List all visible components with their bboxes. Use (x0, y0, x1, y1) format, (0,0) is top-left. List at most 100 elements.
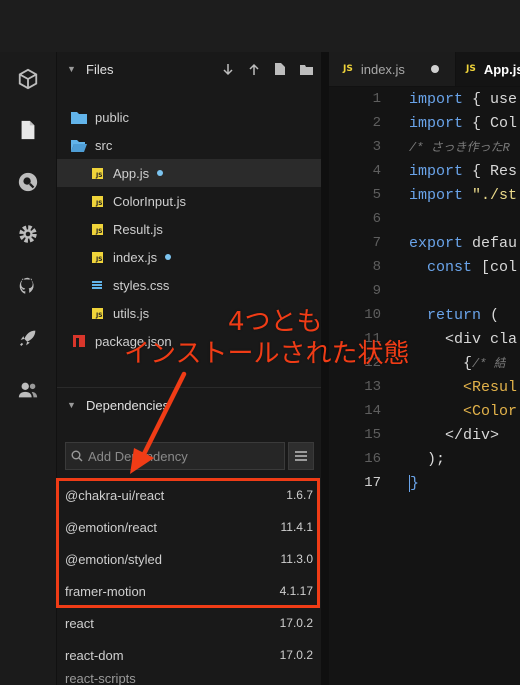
modified-indicator (430, 65, 439, 73)
search-icon (66, 450, 88, 462)
dependency-version: 11.4.1 (280, 520, 313, 534)
tab-label: App.js (483, 61, 520, 77)
new-file-icon[interactable] (273, 62, 287, 76)
upload-icon[interactable] (247, 62, 261, 76)
tree-item-styles-css[interactable]: styles.css (57, 271, 321, 299)
code-line: /* さっき作ったR (409, 141, 510, 155)
add-dependency-input[interactable] (88, 448, 268, 464)
tree-item-label: src (95, 137, 113, 153)
dependency-row[interactable]: @chakra-ui/react 1.6.7 (57, 479, 321, 511)
download-icon[interactable] (221, 62, 235, 76)
line-number: 3 (372, 139, 381, 155)
menu-icon (295, 451, 307, 461)
dependency-name: react-dom (65, 647, 124, 663)
tree-item-index-js[interactable]: JS index.js (57, 243, 321, 271)
tab-label: index.js (360, 61, 405, 77)
dependencies-section-header[interactable]: ▼ Dependencies (57, 388, 321, 422)
file-icon[interactable] (16, 118, 40, 142)
code-line: import { use (409, 90, 518, 108)
code-line: } (409, 474, 420, 492)
tree-item-label: utils.js (113, 305, 150, 321)
code-line: <Resul (409, 378, 518, 396)
tree-item-src[interactable]: src (57, 131, 321, 159)
line-number: 7 (372, 235, 381, 251)
code-line: ); (409, 450, 446, 468)
js-file-icon: JS (89, 221, 105, 237)
rocket-icon[interactable] (16, 326, 40, 350)
code-line: return ( (409, 306, 500, 324)
tab-app-js[interactable]: JS App.js (455, 52, 520, 86)
tab-index-js[interactable]: JS index.js (343, 52, 439, 86)
dependency-row[interactable]: react-dom 17.0.2 (57, 639, 321, 671)
dependency-version: 17.0.2 (279, 648, 313, 662)
line-number: 5 (372, 187, 381, 203)
code-line: import { Res (409, 162, 518, 180)
line-number: 9 (372, 283, 381, 299)
dependency-menu-button[interactable] (288, 442, 314, 470)
top-bar (0, 0, 520, 53)
dependencies-title: Dependencies (86, 397, 170, 413)
dependency-row[interactable]: @emotion/styled 11.3.0 (57, 543, 321, 575)
annotation-text-line2: インストールされた状態 (124, 339, 410, 369)
tree-item-colorinput-js[interactable]: JS ColorInput.js (57, 187, 321, 215)
tree-item-label: Result.js (113, 221, 163, 237)
css-file-icon (89, 277, 105, 293)
dependency-name: @emotion/styled (65, 551, 163, 567)
files-title: Files (86, 61, 114, 77)
line-number: 8 (372, 259, 381, 275)
dependency-row[interactable]: react 17.0.2 (57, 607, 321, 639)
users-icon[interactable] (16, 378, 40, 402)
code-line: const [col (409, 258, 518, 276)
tree-item-public[interactable]: public (57, 103, 321, 131)
dependency-row-partial[interactable]: react-scripts (57, 671, 321, 685)
code-line: {/* 結 (409, 355, 506, 372)
line-number: 1 (372, 91, 381, 107)
dependency-version: 11.3.0 (280, 552, 313, 566)
line-number: 17 (364, 475, 381, 491)
cube-icon[interactable] (16, 67, 40, 91)
js-file-icon: JS (89, 165, 105, 181)
js-file-icon: JS (343, 64, 353, 74)
modified-indicator (157, 170, 164, 176)
code-line: <Color (409, 402, 518, 420)
js-file-icon: JS (89, 249, 105, 265)
tree-item-label: styles.css (113, 277, 170, 293)
tree-item-label: ColorInput.js (113, 193, 186, 209)
tree-item-label: public (95, 109, 129, 125)
tree-item-result-js[interactable]: JS Result.js (57, 215, 321, 243)
line-number: 10 (364, 307, 381, 323)
dependency-name: @emotion/react (65, 519, 157, 535)
line-number: 13 (364, 379, 381, 395)
line-number: 15 (364, 427, 381, 443)
files-section-header[interactable]: ▼ Files (57, 52, 321, 86)
tree-item-label: App.js (113, 165, 150, 181)
tree-item-app-js[interactable]: JS App.js (57, 159, 321, 187)
modified-indicator (165, 254, 172, 260)
code-line: <div cla (409, 330, 518, 348)
dependency-row[interactable]: framer-motion 4.1.17 (57, 575, 321, 607)
gear-icon[interactable] (16, 222, 40, 246)
tree-item-label: index.js (113, 249, 158, 265)
new-folder-icon[interactable] (299, 62, 313, 76)
folder-open-icon (71, 137, 87, 153)
folder-icon (71, 109, 87, 125)
dependency-name: react-scripts (65, 671, 136, 685)
chevron-down-icon: ▼ (67, 64, 76, 74)
js-file-icon: JS (89, 305, 105, 321)
line-number: 2 (372, 115, 381, 131)
dependency-version: 4.1.17 (279, 584, 313, 598)
activity-bar (0, 52, 57, 685)
line-number: 16 (364, 451, 381, 467)
js-file-icon: JS (466, 64, 476, 74)
code-line: </div> (409, 426, 500, 444)
chevron-down-icon: ▼ (67, 400, 76, 410)
dependency-name: framer-motion (65, 583, 146, 599)
dependency-row[interactable]: @emotion/react 11.4.1 (57, 511, 321, 543)
line-number: 14 (364, 403, 381, 419)
search-icon[interactable] (16, 170, 40, 194)
add-dependency-field[interactable] (65, 442, 285, 470)
package-icon (71, 333, 87, 349)
line-number: 6 (372, 211, 381, 227)
github-icon[interactable] (16, 274, 40, 298)
dependency-name: @chakra-ui/react (65, 487, 165, 503)
